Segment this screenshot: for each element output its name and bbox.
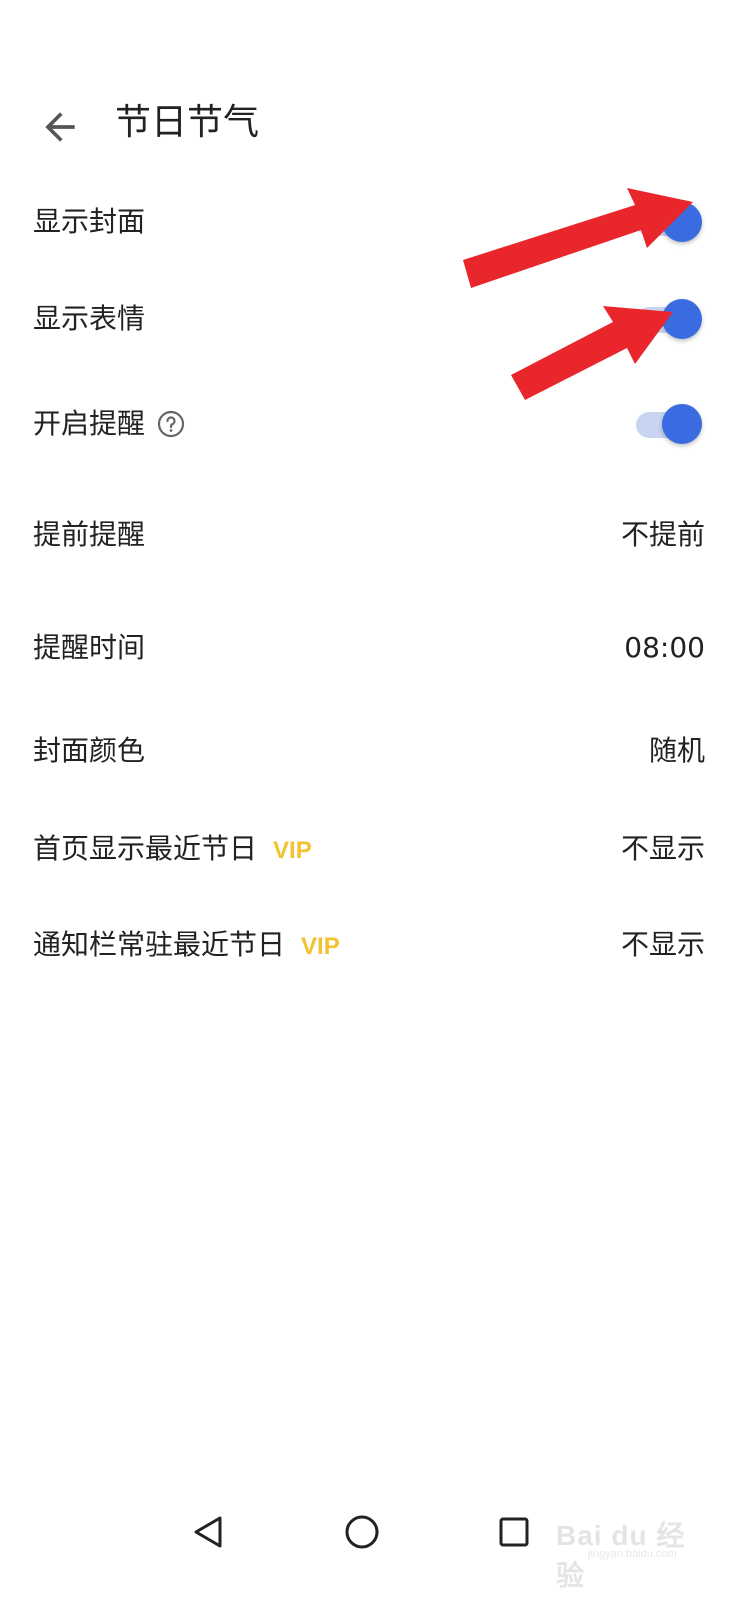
annotation-arrow-icon xyxy=(463,188,693,288)
setting-label: 封面颜色 xyxy=(33,734,146,767)
setting-label-wrap: 首页显示最近节日 VIP xyxy=(33,829,312,871)
page-title: 节日节气 xyxy=(115,102,260,143)
baidu-jingyan-watermark: Bai du 经验 jingyan.baidu.com xyxy=(548,1498,708,1591)
toggle-switch-enable-reminder[interactable] xyxy=(634,402,702,444)
help-circle-icon[interactable] xyxy=(157,410,185,438)
setting-label: 开启提醒 xyxy=(33,407,146,440)
setting-row-enable-reminder[interactable]: 开启提醒 xyxy=(0,402,738,446)
setting-label: 通知栏常驻最近节日 xyxy=(33,928,286,961)
back-triangle-icon xyxy=(194,1516,222,1548)
setting-value: 不显示 xyxy=(620,928,705,961)
annotation-arrow-icon xyxy=(511,306,673,400)
setting-value: 不提前 xyxy=(620,518,705,551)
setting-label: 显示封面 xyxy=(33,205,146,238)
setting-value: 不显示 xyxy=(620,832,705,865)
switch-thumb xyxy=(662,404,702,444)
arrow-left-icon xyxy=(45,112,75,142)
setting-label-wrap: 开启提醒 xyxy=(33,404,185,444)
recents-square-icon xyxy=(499,1517,529,1547)
setting-value: 08:00 xyxy=(624,631,705,664)
nav-back-button[interactable] xyxy=(188,1510,232,1554)
back-button[interactable] xyxy=(38,105,86,153)
nav-home-button[interactable] xyxy=(340,1510,384,1554)
vip-badge: VIP xyxy=(301,933,340,960)
setting-row-notification-recent-holiday[interactable]: 通知栏常驻最近节日 VIP 不显示 xyxy=(0,925,738,969)
setting-label-wrap: 通知栏常驻最近节日 VIP xyxy=(33,925,340,967)
setting-row-cover-color[interactable]: 封面颜色 随机 xyxy=(0,731,738,775)
setting-value: 随机 xyxy=(648,734,705,767)
setting-label: 提醒时间 xyxy=(33,631,146,664)
setting-label: 首页显示最近节日 xyxy=(33,832,258,865)
setting-row-home-recent-holiday[interactable]: 首页显示最近节日 VIP 不显示 xyxy=(0,829,738,873)
setting-label: 显示表情 xyxy=(33,302,146,335)
nav-recents-button[interactable] xyxy=(492,1510,536,1554)
setting-row-advance-reminder[interactable]: 提前提醒 不提前 xyxy=(0,515,738,559)
watermark-url: jingyan.baidu.com xyxy=(588,1548,677,1560)
setting-row-reminder-time[interactable]: 提醒时间 08:00 xyxy=(0,628,738,672)
home-circle-icon xyxy=(345,1515,379,1549)
setting-label: 提前提醒 xyxy=(33,518,146,551)
vip-badge: VIP xyxy=(273,837,312,864)
app-header: 节日节气 xyxy=(0,85,738,165)
